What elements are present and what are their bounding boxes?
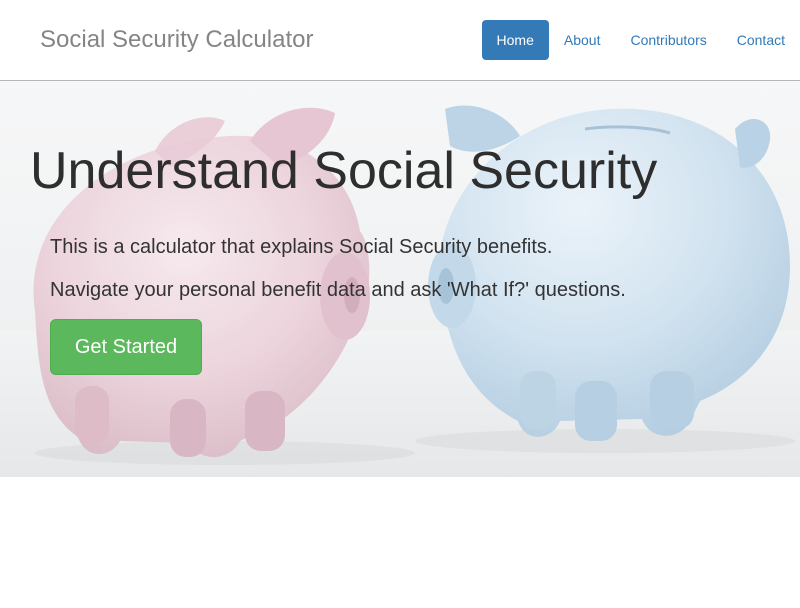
brand-title[interactable]: Social Security Calculator bbox=[40, 26, 313, 54]
nav-home[interactable]: Home bbox=[481, 20, 549, 60]
get-started-button[interactable]: Get Started bbox=[50, 319, 202, 375]
nav-about[interactable]: About bbox=[549, 20, 616, 60]
hero-description-line-2: Navigate your personal benefit data and … bbox=[50, 279, 626, 301]
main-nav: Home About Contributors Contact bbox=[481, 20, 800, 60]
hero-section: Understand Social Security This is a cal… bbox=[0, 81, 800, 477]
hero-title: Understand Social Security bbox=[30, 142, 658, 200]
top-navbar: Social Security Calculator Home About Co… bbox=[0, 0, 800, 81]
nav-contributors[interactable]: Contributors bbox=[615, 20, 721, 60]
nav-contact[interactable]: Contact bbox=[722, 20, 800, 60]
hero-description-line-1: This is a calculator that explains Socia… bbox=[50, 236, 553, 258]
page-content-area bbox=[0, 477, 800, 608]
